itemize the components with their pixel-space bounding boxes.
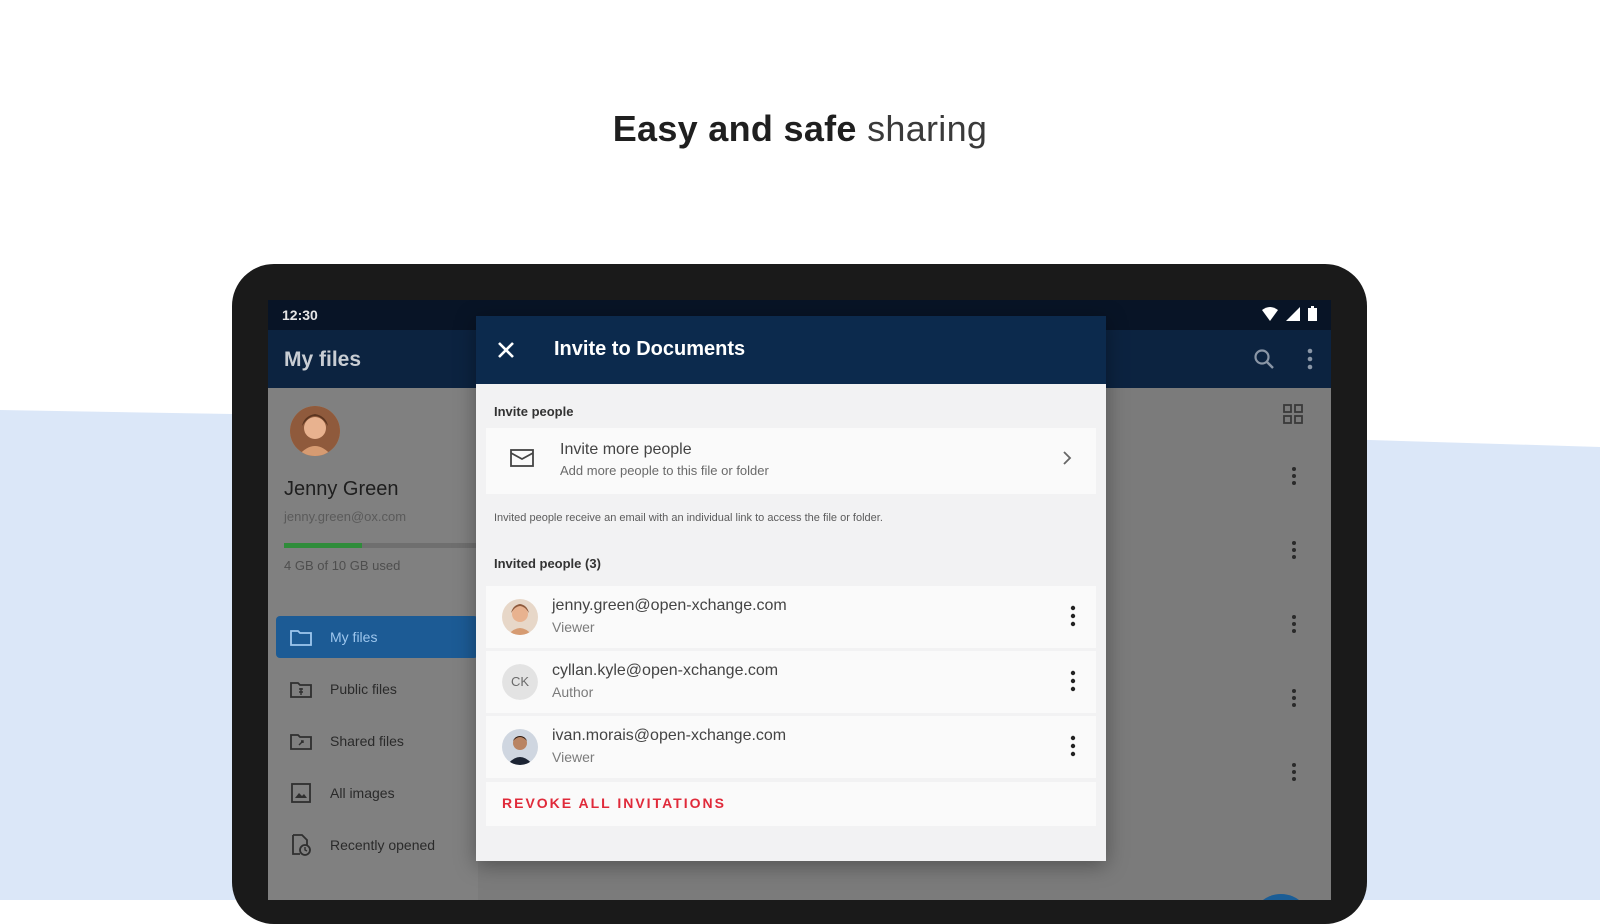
- more-vert-icon[interactable]: [1291, 688, 1297, 708]
- signal-icon: [1286, 306, 1300, 321]
- storage-quota-bar: [284, 543, 478, 548]
- avatar[interactable]: [290, 406, 340, 456]
- search-icon[interactable]: [1253, 348, 1275, 370]
- nav-item-label: Shared files: [330, 733, 404, 749]
- invite-section-label: Invite people: [494, 404, 574, 419]
- invited-section-label: Invited people (3): [494, 556, 601, 571]
- invite-hint: Invited people receive an email with an …: [494, 512, 883, 524]
- nav-item-public-files[interactable]: Public files: [276, 668, 478, 710]
- more-vert-icon[interactable]: [1291, 762, 1297, 782]
- invited-role: Viewer: [552, 749, 595, 765]
- user-photo-icon: [290, 406, 340, 456]
- headline: Easy and safe sharing: [0, 108, 1600, 150]
- invited-email: jenny.green@open-xchange.com: [552, 597, 787, 614]
- more-vert-icon[interactable]: [1307, 348, 1313, 370]
- invited-role: Viewer: [552, 619, 595, 635]
- invite-more-subtitle: Add more people to this file or folder: [560, 463, 769, 478]
- user-name: Jenny Green: [284, 478, 399, 500]
- wifi-icon: [1262, 306, 1278, 321]
- headline-bold: Easy and safe: [612, 108, 857, 149]
- recent-file-icon: [288, 834, 314, 856]
- invite-dialog: Invite to Documents Invite people Invite…: [476, 316, 1106, 861]
- public-folder-icon: [288, 678, 314, 700]
- shared-folder-icon: [288, 730, 314, 752]
- more-vert-icon[interactable]: [1070, 670, 1076, 692]
- invited-person-row[interactable]: CK cyllan.kyle@open-xchange.com Author: [486, 651, 1096, 713]
- invited-role: Author: [552, 684, 594, 700]
- storage-quota-fill: [284, 543, 362, 548]
- revoke-all-invitations-button[interactable]: REVOKE ALL INVITATIONS: [486, 782, 1096, 826]
- mail-icon: [510, 449, 534, 467]
- avatar: [502, 599, 538, 635]
- battery-icon: [1308, 306, 1317, 321]
- nav-item-label: Recently opened: [330, 837, 436, 853]
- invited-email: cyllan.kyle@open-xchange.com: [552, 662, 779, 679]
- add-fab-button[interactable]: +: [1251, 894, 1311, 900]
- nav-item-recently-opened[interactable]: Recently opened: [276, 824, 478, 866]
- nav-item-label: Public files: [330, 681, 397, 697]
- user-email: jenny.green@ox.com: [284, 509, 407, 524]
- tablet-screen: 12:30 My files Jenny Green jenny.green@o…: [268, 300, 1331, 900]
- more-vert-icon[interactable]: [1291, 540, 1297, 560]
- image-icon: [288, 782, 314, 804]
- chevron-right-icon: [1063, 451, 1072, 465]
- nav-item-label: My files: [330, 629, 378, 645]
- grid-view-icon[interactable]: [1283, 404, 1303, 424]
- more-vert-icon[interactable]: [1291, 466, 1297, 486]
- nav-item-label: All images: [330, 785, 395, 801]
- more-vert-icon[interactable]: [1070, 605, 1076, 627]
- storage-quota-text: 4 GB of 10 GB used: [284, 558, 401, 573]
- status-time: 12:30: [282, 307, 318, 323]
- invite-more-people-row[interactable]: Invite more people Add more people to th…: [486, 428, 1096, 494]
- avatar-initials: CK: [502, 664, 538, 700]
- nav-item-shared-files[interactable]: Shared files: [276, 720, 478, 762]
- folder-icon: [288, 626, 314, 648]
- avatar: CK: [502, 664, 538, 700]
- invited-person-row[interactable]: ivan.morais@open-xchange.com Viewer: [486, 716, 1096, 778]
- drawer-nav: My files Public files Shared files All i…: [276, 616, 478, 876]
- invited-person-row[interactable]: jenny.green@open-xchange.com Viewer: [486, 586, 1096, 648]
- avatar: [502, 729, 538, 765]
- dialog-title: Invite to Documents: [554, 338, 746, 360]
- dialog-header: Invite to Documents: [476, 316, 1106, 384]
- close-icon[interactable]: [494, 338, 518, 362]
- navigation-drawer: Jenny Green jenny.green@ox.com 4 GB of 1…: [268, 388, 478, 900]
- invite-more-title: Invite more people: [560, 441, 692, 458]
- more-vert-icon[interactable]: [1291, 614, 1297, 634]
- nav-item-my-files[interactable]: My files: [276, 616, 478, 658]
- file-list-area: +: [1096, 388, 1331, 900]
- revoke-label: REVOKE ALL INVITATIONS: [502, 795, 726, 811]
- nav-item-all-images[interactable]: All images: [276, 772, 478, 814]
- system-icons: [1262, 306, 1317, 321]
- invited-email: ivan.morais@open-xchange.com: [552, 727, 787, 744]
- headline-light: sharing: [867, 108, 988, 149]
- app-bar-title: My files: [284, 348, 362, 371]
- more-vert-icon[interactable]: [1070, 735, 1076, 757]
